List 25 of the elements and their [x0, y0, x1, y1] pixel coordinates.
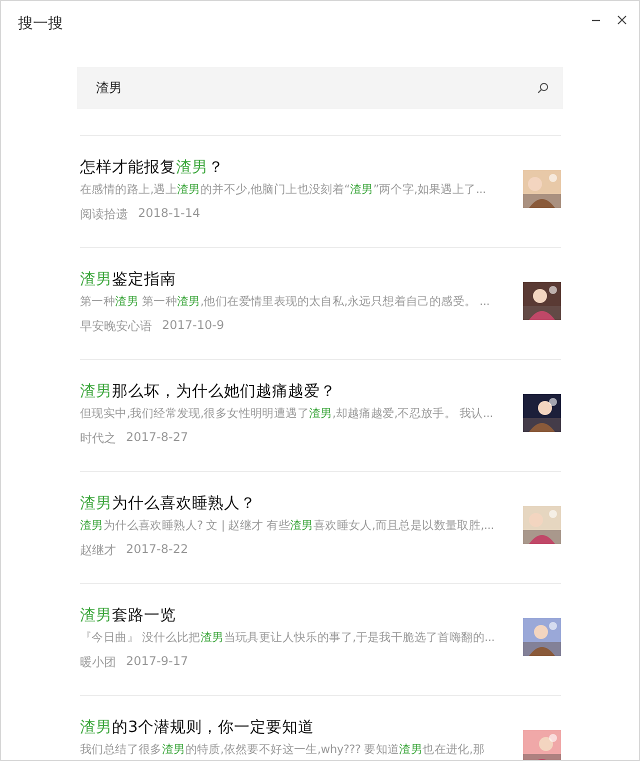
search-field[interactable]: 渣男: [77, 67, 563, 109]
result-date: 2017-8-27: [126, 430, 188, 446]
result-title[interactable]: 渣男那么坏，为什么她们越痛越爱？: [80, 381, 510, 401]
result-title[interactable]: 渣男 的3个潜规则，你一定要知道: [80, 717, 510, 737]
result-snippet: 『今日曲』 没什么比把渣男 当玩具更让人快乐的事了,于是我干脆选了首嗨翻的...: [80, 630, 496, 644]
result-source: 暖小团: [80, 654, 116, 671]
result-snippet: 在感情的路上,遇上渣男 的并不少,他脑门上也没刻着“渣男”两个字,如果遇上了...: [80, 182, 487, 196]
search-icon[interactable]: [537, 82, 549, 94]
window-title: 搜一搜: [18, 14, 63, 34]
result-title[interactable]: 渣男鉴定指南: [80, 269, 510, 289]
result-title[interactable]: 渣男套路一览: [80, 605, 510, 625]
result-source: 阅读拾遗: [80, 206, 128, 223]
result-snippet: 渣男 为什么喜欢睡熟人? 文 | 赵继才 有些渣男喜欢睡女人,而且总是以数量取胜,...: [80, 518, 495, 532]
result-title[interactable]: 怎样才能报复渣男？: [80, 157, 510, 177]
result-snippet: 但现实中,我们经常发现,很多女性明明遭遇了渣男,却越痛越爱,不忍放手。 我认...: [80, 406, 494, 420]
result-date: 2017-9-17: [126, 654, 188, 670]
result-source: 早安晚安心语: [80, 318, 152, 335]
result-date: 2018-1-14: [138, 206, 200, 222]
result-snippet: 我们总结了很多渣男 的特质,依然要不好这一生,why??? 要知道渣男也在进化,那: [80, 742, 486, 756]
result-snippet: 第一种渣男 第一种渣男,他们在爱情里表现的太自私,永远只想着自己的感受。 ...: [80, 294, 491, 308]
result-source: 时代之: [80, 430, 116, 447]
result-date: 2017-8-22: [126, 542, 188, 558]
result-title[interactable]: 渣男为什么喜欢睡熟人？: [80, 493, 510, 513]
result-source: 赵继才: [80, 542, 116, 559]
result-date: 2017-10-9: [162, 318, 224, 334]
